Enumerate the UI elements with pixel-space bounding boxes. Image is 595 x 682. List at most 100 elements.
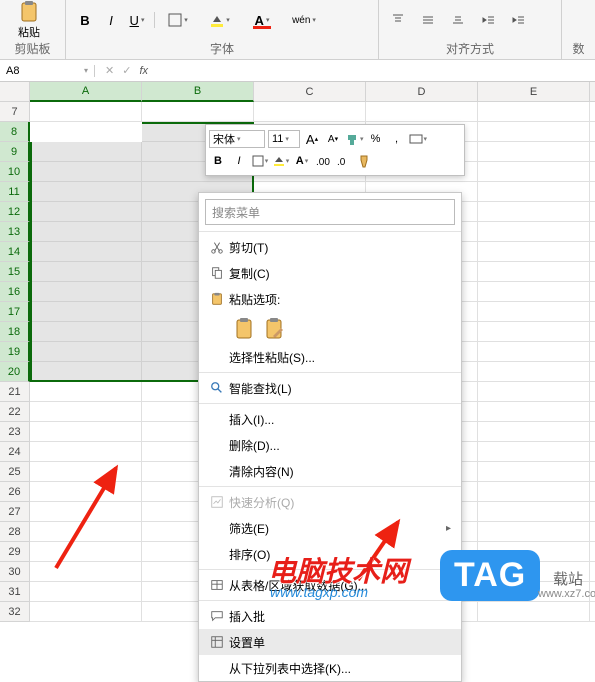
underline-button[interactable]: U▾ (124, 9, 150, 31)
column-headers[interactable]: A B C D E F (30, 82, 595, 102)
row-header[interactable]: 13 (0, 222, 30, 242)
number-group-label: 数 (562, 40, 595, 59)
mini-comma-button[interactable]: , (388, 130, 406, 148)
increase-font-button[interactable]: A▴ (303, 130, 321, 148)
mini-fontcolor-button[interactable]: A▾ (293, 152, 311, 170)
row-header[interactable]: 24 (0, 442, 30, 462)
row-header[interactable]: 8 (0, 122, 30, 142)
row-header[interactable]: 25 (0, 462, 30, 482)
menu-format-cells[interactable]: 设置单 (199, 629, 461, 655)
chevron-down-icon: ▾ (84, 66, 88, 75)
accept-fx-icon[interactable]: ✓ (122, 64, 131, 77)
menu-from-dropdown[interactable]: 从下拉列表中选择(K)... (199, 655, 461, 681)
align-group-label: 对齐方式 (379, 40, 561, 59)
row-headers[interactable]: 7891011121314151617181920212223242526272… (0, 102, 30, 622)
clipboard-group-label: 剪贴板 (0, 40, 65, 59)
font-group-label: 字体 (66, 40, 378, 59)
mini-italic-button[interactable]: I (230, 152, 248, 170)
row-header[interactable]: 27 (0, 502, 30, 522)
row-header[interactable]: 28 (0, 522, 30, 542)
col-header-c[interactable]: C (254, 82, 366, 102)
menu-cut[interactable]: 剪切(T) (199, 234, 461, 260)
dec-decimal-icon: .00 (316, 154, 330, 168)
menu-copy[interactable]: 复制(C) (199, 260, 461, 286)
fill-icon (210, 13, 224, 27)
row-header[interactable]: 31 (0, 582, 30, 602)
menu-clear[interactable]: 清除内容(N) (199, 458, 461, 484)
fx-icon[interactable]: fx (139, 65, 148, 77)
table-icon (210, 578, 224, 592)
row-header[interactable]: 18 (0, 322, 30, 342)
name-box-value: A8 (6, 65, 19, 77)
col-header-a[interactable]: A (30, 82, 142, 102)
row-header[interactable]: 29 (0, 542, 30, 562)
menu-paste-special[interactable]: 选择性粘贴(S)... (199, 344, 461, 370)
menu-insert[interactable]: 插入(I)... (199, 406, 461, 432)
menu-quick-analysis: 快速分析(Q) (199, 489, 461, 515)
row-header[interactable]: 10 (0, 162, 30, 182)
svg-text:.00: .00 (316, 157, 330, 168)
col-header-e[interactable]: E (478, 82, 590, 102)
ribbon: 粘贴 剪贴板 B I U▾ ▾ ▾ A▾ wén▾ 字体 对齐方式 (0, 0, 595, 60)
mini-decdec-button[interactable]: .00 (314, 152, 332, 170)
align-top-button[interactable] (385, 9, 411, 31)
select-all-corner[interactable] (0, 82, 30, 102)
row-header[interactable]: 32 (0, 602, 30, 622)
mini-percent-button[interactable]: % (367, 130, 385, 148)
mini-border-button[interactable]: ▾ (251, 152, 269, 170)
row-header[interactable]: 21 (0, 382, 30, 402)
row-header[interactable]: 9 (0, 142, 30, 162)
row-header[interactable]: 15 (0, 262, 30, 282)
row-header[interactable]: 12 (0, 202, 30, 222)
mini-format-painter[interactable]: ▾ (345, 130, 364, 148)
row-header[interactable]: 19 (0, 342, 30, 362)
name-box[interactable]: A8 ▾ (0, 65, 95, 77)
menu-from-table[interactable]: 从表格/区域获取数据(G)... (199, 572, 461, 598)
mini-formatpainter-button[interactable] (356, 152, 374, 170)
merge-icon (409, 132, 423, 146)
paste-opt-values[interactable] (263, 316, 285, 342)
mini-size-select[interactable]: 11▾ (268, 130, 300, 148)
row-header[interactable]: 20 (0, 362, 30, 382)
menu-delete[interactable]: 删除(D)... (199, 432, 461, 458)
col-header-f[interactable]: F (590, 82, 595, 102)
menu-sort[interactable]: 排序(O) ▸ (199, 541, 461, 567)
font-color-button[interactable]: A▾ (243, 9, 281, 31)
decrease-font-button[interactable]: A▾ (324, 130, 342, 148)
increase-indent-button[interactable] (505, 9, 531, 31)
decrease-indent-button[interactable] (475, 9, 501, 31)
paste-opt-keep-source[interactable] (233, 316, 255, 342)
border-button[interactable]: ▾ (159, 9, 197, 31)
fill-color-button[interactable]: ▾ (201, 9, 239, 31)
mini-merge-button[interactable]: ▾ (409, 130, 428, 148)
row-header[interactable]: 30 (0, 562, 30, 582)
row-header[interactable]: 11 (0, 182, 30, 202)
cancel-fx-icon[interactable]: ✕ (105, 64, 114, 77)
row-header[interactable]: 22 (0, 402, 30, 422)
row-header[interactable]: 17 (0, 302, 30, 322)
paste-button[interactable]: 粘贴 (6, 0, 52, 40)
col-header-b[interactable]: B (142, 82, 254, 102)
align-mid-button[interactable] (415, 9, 441, 31)
row-header[interactable]: 14 (0, 242, 30, 262)
menu-smart-lookup[interactable]: 智能查找(L) (199, 375, 461, 401)
menu-filter[interactable]: 筛选(E) ▸ (199, 515, 461, 541)
row-header[interactable]: 23 (0, 422, 30, 442)
col-header-d[interactable]: D (366, 82, 478, 102)
mini-fill-button[interactable]: ▾ (272, 152, 290, 170)
bold-button[interactable]: B (72, 9, 98, 31)
menu-search-input[interactable]: 搜索菜单 (205, 199, 455, 225)
italic-button[interactable]: I (98, 9, 124, 31)
align-bot-button[interactable] (445, 9, 471, 31)
mini-font-select[interactable]: 宋体▾ (209, 130, 265, 148)
chevron-right-icon: ▸ (446, 549, 455, 560)
mini-incdec-button[interactable]: .0 (335, 152, 353, 170)
chevron-right-icon: ▸ (446, 523, 455, 534)
row-header[interactable]: 7 (0, 102, 30, 122)
phonetic-button[interactable]: wén▾ (285, 9, 323, 31)
menu-insert-comment[interactable]: 插入批 (199, 603, 461, 629)
row-header[interactable]: 26 (0, 482, 30, 502)
mini-bold-button[interactable]: B (209, 152, 227, 170)
paste-icon (17, 0, 41, 24)
row-header[interactable]: 16 (0, 282, 30, 302)
